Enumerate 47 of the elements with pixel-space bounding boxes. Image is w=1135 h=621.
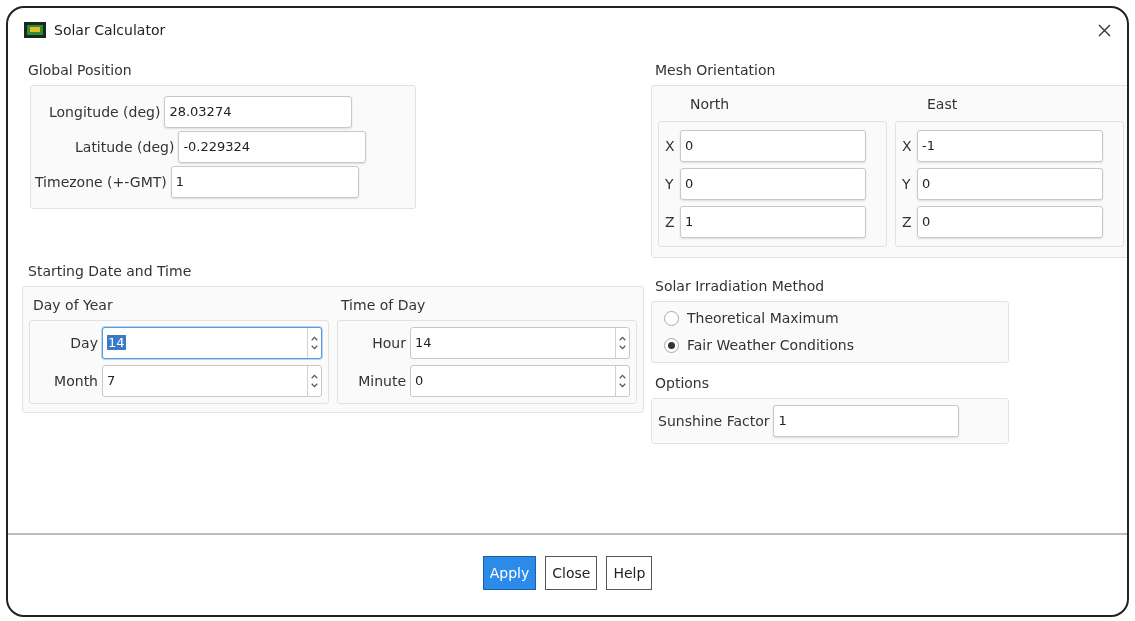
input-field[interactable]: 28.03274 — [164, 96, 353, 128]
group-title: North — [690, 95, 731, 114]
section-title: Mesh Orientation — [655, 61, 777, 80]
spinner-field[interactable]: 0 — [410, 365, 630, 397]
field-label: X — [902, 136, 913, 156]
dialog-button[interactable]: Apply — [482, 556, 537, 590]
input-field[interactable]: -0.229324 — [178, 131, 367, 163]
input-field[interactable]: 0 — [917, 168, 1103, 200]
spinner-field[interactable]: 14 — [410, 327, 630, 359]
field-label: Day — [70, 333, 98, 353]
field-label: Y — [665, 174, 675, 194]
radio-button[interactable] — [664, 338, 679, 353]
input-field[interactable]: 0 — [680, 130, 866, 162]
spinner-field[interactable]: 14 — [102, 327, 322, 359]
input-field[interactable]: 0 — [917, 206, 1103, 238]
dialog-button[interactable]: Help — [606, 556, 653, 590]
section-title: Options — [655, 374, 711, 393]
option-label: Fair Weather Conditions — [687, 336, 854, 355]
field-label: Timezone (+-GMT) — [35, 172, 167, 192]
close-icon[interactable] — [1098, 23, 1111, 37]
window-title: Solar Calculator — [54, 20, 166, 40]
section-title: Solar Irradiation Method — [655, 277, 826, 296]
input-field[interactable]: 1 — [773, 405, 960, 437]
field-label: Z — [902, 212, 913, 232]
field-label: Sunshine Factor — [658, 411, 770, 431]
spinner-field[interactable]: 7 — [102, 365, 322, 397]
input-field[interactable]: -1 — [917, 130, 1103, 162]
input-field[interactable]: 1 — [680, 206, 866, 238]
group-title: Day of Year — [33, 296, 114, 315]
section-title: Global Position — [28, 61, 133, 80]
field-label: Y — [902, 174, 912, 194]
field-label: X — [665, 136, 676, 156]
input-field[interactable]: 1 — [170, 166, 359, 198]
group-title: Time of Day — [341, 296, 427, 315]
field-label: Minute — [358, 371, 406, 391]
group-title: East — [927, 95, 959, 114]
input-field[interactable]: 0 — [680, 168, 866, 200]
field-label: Month — [54, 371, 98, 391]
dialog-button[interactable]: Close — [545, 556, 598, 590]
option-label: Theoretical Maximum — [687, 309, 839, 328]
field-label: Longitude (deg) — [49, 102, 161, 122]
field-label: Hour — [372, 333, 406, 353]
field-label: Z — [665, 212, 676, 232]
app-icon — [24, 22, 46, 38]
field-label: Latitude (deg) — [75, 137, 175, 157]
radio-button[interactable] — [664, 311, 679, 326]
section-title: Starting Date and Time — [28, 262, 193, 281]
